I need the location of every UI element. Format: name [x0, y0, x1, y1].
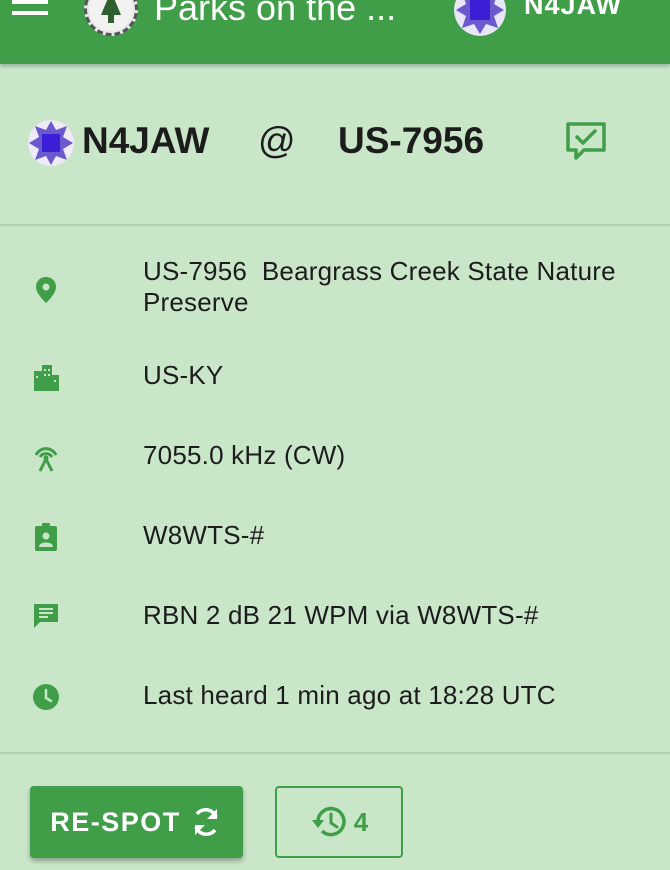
badge-icon [35, 523, 57, 551]
location-ref: US-7956 [143, 256, 248, 286]
comment-check-icon[interactable] [564, 120, 608, 164]
comment-text: RBN 2 dB 21 WPM via W8WTS-# [143, 600, 539, 630]
message-icon [34, 604, 58, 628]
map-marker-icon [36, 277, 56, 303]
spotter-text: W8WTS-# [143, 520, 265, 550]
divider [0, 752, 670, 754]
frequency-text: 7055.0 kHz (CW) [143, 440, 346, 470]
at-sign: @ [258, 120, 296, 161]
antenna-icon [34, 447, 58, 472]
respot-label: RE-SPOT [50, 806, 181, 837]
app-title: Parks on the ... [154, 0, 397, 28]
last-heard-text: Last heard 1 min ago at 18:28 UTC [143, 680, 556, 710]
app-logo [84, 0, 138, 36]
history-icon [311, 806, 346, 837]
history-count: 4 [353, 806, 369, 837]
history-button[interactable]: 4 [275, 786, 403, 858]
respot-button[interactable]: RE-SPOT [30, 786, 243, 858]
spot-header: N4JAW @ US-7956 [0, 64, 670, 224]
clock-icon [33, 684, 59, 710]
user-callsign[interactable]: N4JAW [524, 0, 622, 22]
refresh-icon [194, 808, 218, 836]
divider [0, 224, 670, 226]
location-text: US-7956 Beargrass Creek State Nature Pre… [143, 256, 630, 318]
region-text: US-KY [143, 360, 224, 390]
activator-callsign: N4JAW [82, 120, 210, 161]
app-bar: Parks on the ... N4JAW [0, 0, 670, 64]
city-icon [34, 365, 59, 391]
park-reference: US-7956 [338, 120, 485, 161]
menu-icon[interactable] [12, 0, 48, 24]
activator-avatar [28, 120, 74, 166]
user-avatar[interactable] [454, 0, 506, 36]
